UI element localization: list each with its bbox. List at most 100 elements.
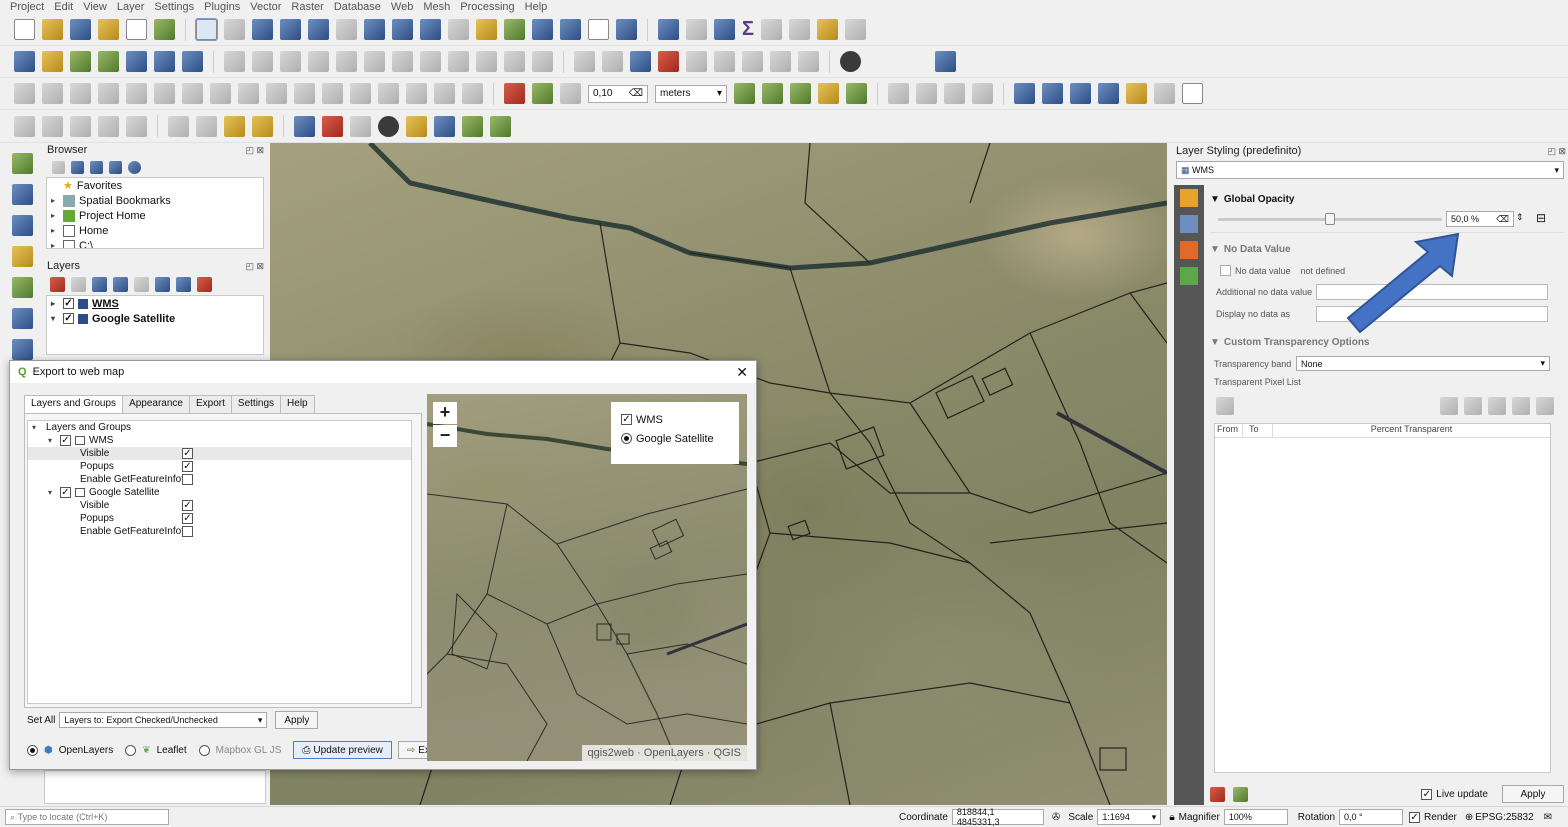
new-map-view-icon[interactable] (476, 19, 497, 40)
move-label-icon[interactable] (714, 51, 735, 72)
menu-layer[interactable]: Layer (117, 1, 145, 13)
save-pixel-icon[interactable] (1216, 397, 1234, 415)
node-annotation-icon[interactable] (1098, 83, 1119, 104)
undo-plugin-icon[interactable] (434, 115, 455, 137)
openlayers-radio[interactable] (27, 744, 38, 756)
select-location-icon[interactable] (126, 115, 147, 137)
tree-prop-visible[interactable]: Visible ✓ (28, 499, 411, 512)
layers-close-icon[interactable]: ◰ ⊠ (245, 261, 266, 272)
info-icon[interactable] (128, 160, 141, 174)
polygon-annotation-icon[interactable] (1070, 83, 1091, 104)
reverse-line-icon[interactable] (294, 83, 315, 104)
delete-ring-icon[interactable] (182, 83, 203, 104)
zoom-in-icon[interactable] (252, 19, 273, 40)
fill-ring-icon[interactable] (154, 83, 175, 104)
show-hide-labels-icon[interactable] (798, 51, 819, 72)
open-project-icon[interactable] (42, 19, 63, 40)
popups-checkbox[interactable]: ✓ (182, 513, 193, 524)
tab-export[interactable]: Export (189, 395, 232, 413)
locator-icon[interactable] (845, 19, 867, 40)
pan-to-selection-icon[interactable] (224, 19, 245, 40)
add-wms-icon[interactable] (11, 339, 33, 360)
tree-prop-popups[interactable]: Popups ✓ (28, 460, 411, 473)
tab-appearance[interactable]: Appearance (122, 395, 190, 413)
visible-checkbox[interactable]: ✓ (182, 448, 193, 459)
menu-settings[interactable]: Settings (154, 1, 194, 13)
offset-curve-icon[interactable] (266, 83, 287, 104)
filter-browser-icon[interactable] (90, 160, 103, 174)
opacity-slider-handle[interactable] (1325, 213, 1335, 225)
save-project-icon[interactable] (70, 19, 91, 40)
menu-processing[interactable]: Processing (460, 1, 514, 13)
add-group-icon[interactable] (71, 276, 86, 292)
zoom-layer-icon[interactable] (364, 19, 385, 40)
menu-vector[interactable]: Vector (250, 1, 281, 13)
add-query-icon[interactable] (11, 246, 33, 267)
attribute-table-icon[interactable] (686, 19, 707, 40)
set-all-select[interactable]: Layers to: Export Checked/Unchecked ▾ (59, 712, 268, 728)
add-feature-icon[interactable] (308, 51, 329, 72)
redo-style-icon[interactable] (1233, 786, 1248, 802)
add-raster-icon[interactable] (154, 51, 175, 72)
transparency-band-select[interactable]: None ▾ (1296, 356, 1550, 371)
settings-gear-icon[interactable] (714, 19, 735, 40)
reshape-icon[interactable] (238, 83, 259, 104)
bookmarks-icon[interactable] (560, 19, 581, 40)
pick-pixel-icon[interactable] (1512, 397, 1530, 415)
snapping-tolerance-input[interactable]: 0,10 ⌫ (588, 84, 648, 103)
layer-checkbox[interactable]: ✓ (63, 313, 74, 324)
simplify-icon[interactable] (70, 83, 91, 104)
zoom-in-button[interactable]: + (433, 402, 457, 424)
add-layer-icon[interactable] (42, 51, 63, 72)
merge-features-icon[interactable] (406, 83, 427, 104)
browser-item-bookmarks[interactable]: ▸ Spatial Bookmarks (47, 193, 263, 208)
bookmark-icon[interactable] (532, 19, 553, 40)
zoom-native-icon[interactable] (392, 19, 413, 40)
zoom-out-button[interactable]: − (433, 425, 457, 447)
select-value-icon[interactable] (42, 115, 63, 137)
browser-item-home[interactable]: ▸ Home (47, 223, 263, 238)
plugin-globe-icon[interactable] (840, 51, 861, 72)
highlight-pinned-icon[interactable] (686, 51, 707, 72)
menu-mesh[interactable]: Mesh (423, 1, 450, 13)
web-map-preview[interactable]: + − ✓ WMS Google Satellite qgis2web · Ope… (427, 394, 747, 761)
data-defined-icon[interactable]: ⊟ (1536, 211, 1546, 225)
cut-features-icon[interactable] (420, 51, 441, 72)
merge-attributes-icon[interactable] (434, 83, 455, 104)
label-toolbar-icon[interactable] (574, 51, 595, 72)
layer-export-checkbox[interactable]: ✓ (60, 487, 71, 498)
browser-item-project-home[interactable]: ▸ Project Home (47, 208, 263, 223)
undo-style-icon[interactable] (1210, 786, 1225, 802)
mapbox-radio[interactable] (198, 744, 210, 756)
popups-checkbox[interactable]: ✓ (182, 461, 193, 472)
leaflet-radio[interactable] (125, 744, 137, 756)
add-vector-icon[interactable] (70, 51, 91, 72)
measure-line-icon[interactable] (789, 19, 811, 40)
select-all-icon[interactable] (168, 115, 189, 137)
refresh-icon[interactable] (616, 19, 637, 40)
style-manager-icon[interactable] (154, 19, 175, 40)
add-wfs-icon[interactable] (11, 308, 33, 329)
redo-icon[interactable] (532, 51, 553, 72)
live-update-checkbox[interactable]: ✓ (1421, 788, 1433, 800)
messages-icon[interactable]: ✉ (1544, 812, 1552, 823)
rotate-symbols-icon[interactable] (462, 83, 483, 104)
new-3d-view-icon[interactable] (504, 19, 525, 40)
layers-stack-icon[interactable] (462, 115, 483, 137)
zoom-selection-icon[interactable] (336, 19, 357, 40)
snap-intersection-icon[interactable] (762, 83, 783, 104)
clear-icon[interactable]: ⌫ (1496, 214, 1509, 225)
identify-icon[interactable] (658, 19, 679, 40)
new-layout-icon[interactable] (126, 19, 147, 40)
add-virtual-icon[interactable] (182, 51, 203, 72)
pin-labels-icon[interactable] (602, 51, 623, 72)
delete-selected-icon[interactable] (392, 51, 413, 72)
python-console-icon[interactable] (294, 115, 315, 137)
invert-selection-icon[interactable] (196, 115, 217, 137)
lock-icon[interactable]: 🔒︎ (1169, 812, 1174, 823)
tracing-icon[interactable] (818, 83, 839, 104)
toggle-editing-icon[interactable] (252, 51, 273, 72)
remove-pixel-icon[interactable] (1488, 397, 1506, 415)
refresh-browser-icon[interactable] (71, 160, 84, 174)
statistics-sigma-icon[interactable]: Σ (742, 19, 754, 40)
